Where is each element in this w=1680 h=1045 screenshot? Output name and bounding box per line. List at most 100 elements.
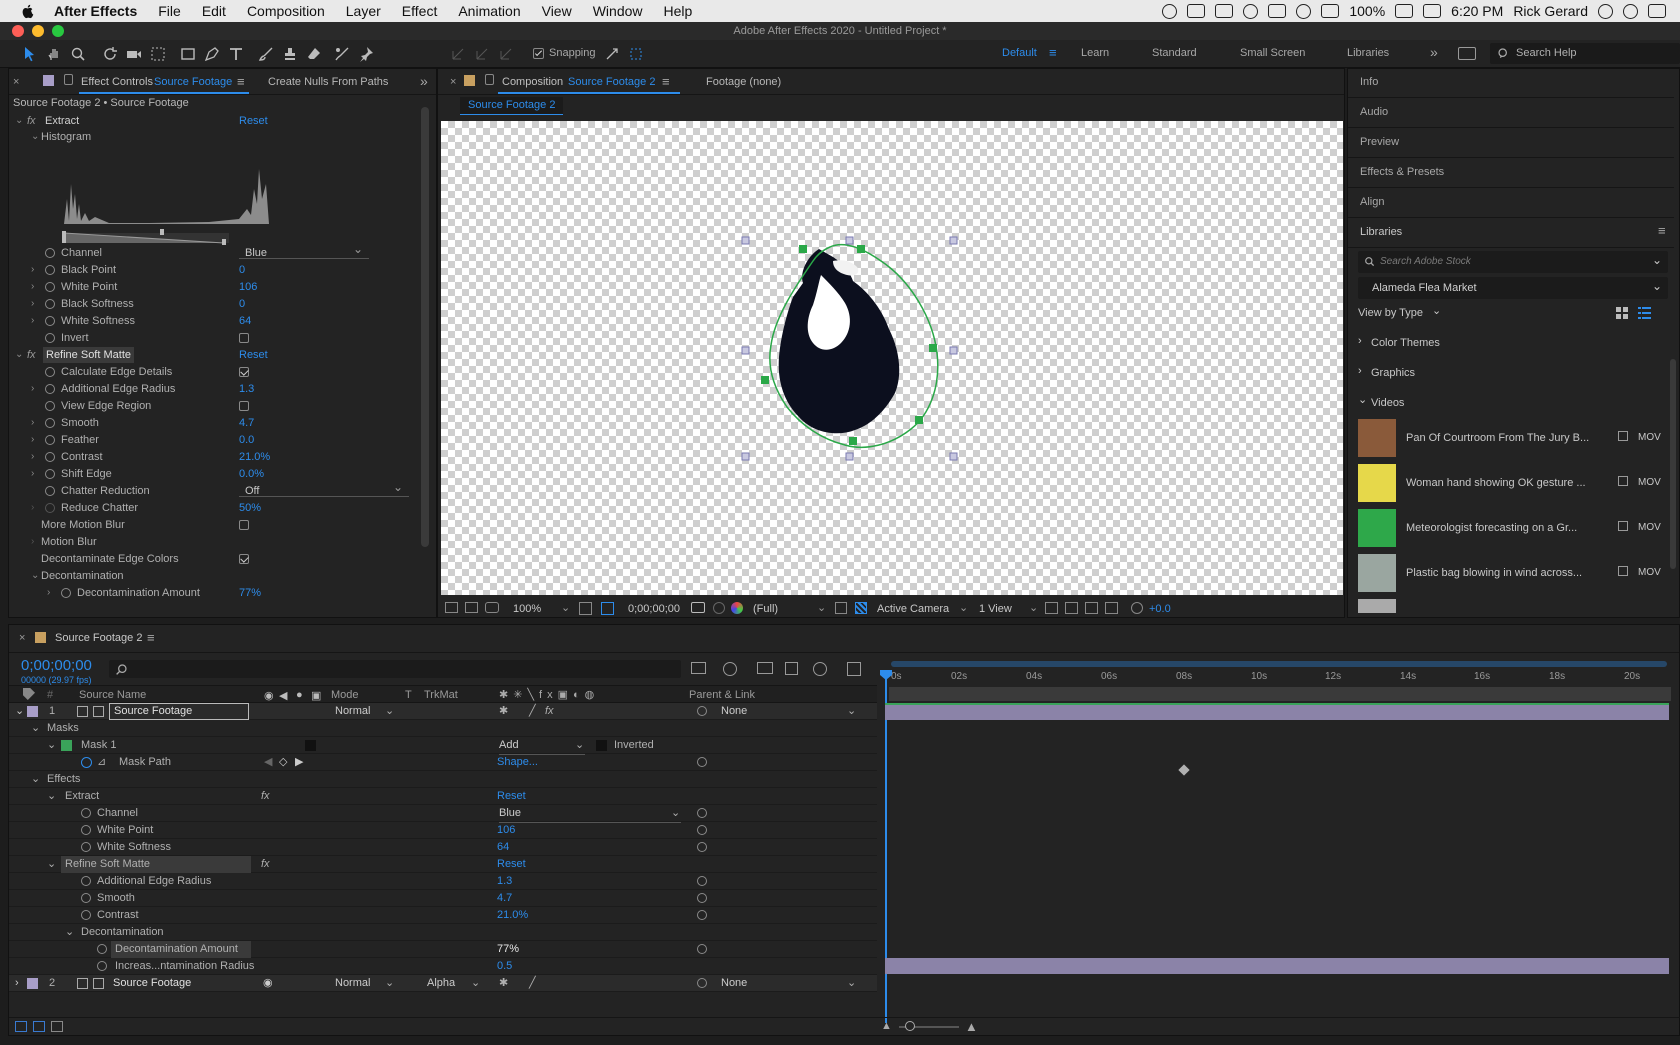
more-motion-blur-checkbox[interactable] [239,520,249,530]
more-workspaces-icon[interactable]: » [1430,44,1438,60]
close-tab-icon[interactable]: × [13,76,19,88]
rectangle-tool-icon[interactable] [180,46,196,62]
white-softness-value[interactable]: 64 [497,839,509,856]
chevron-down-icon[interactable]: ⌄ [1652,253,1662,267]
chevron-right-icon[interactable]: › [31,262,34,278]
flowchart-breadcrumb-tab[interactable]: Source Footage 2 [460,97,564,115]
masks-group-row[interactable]: ⌄ Masks [9,720,877,737]
search-help-field[interactable]: Search Help [1490,43,1680,64]
layer-2-duration-bar[interactable] [885,958,1669,974]
effects-group-row[interactable]: ⌄ Effects [9,771,877,788]
shy-layers-icon[interactable] [757,662,773,674]
cart-icon[interactable] [1618,566,1628,576]
smooth-value[interactable]: 4.7 [239,415,254,431]
add-edge-radius-row[interactable]: Additional Edge Radius 1.3 [9,873,877,890]
zoom-in-icon[interactable]: ▲ [965,1019,978,1034]
pen-tool-icon[interactable] [204,46,220,62]
snapping-checkbox[interactable] [533,48,544,59]
chevron-right-icon[interactable]: › [1358,335,1362,347]
toggle-pixel-aspect-icon[interactable] [1045,602,1058,614]
stopwatch-icon[interactable] [45,469,55,479]
work-area-bar[interactable] [891,661,1667,667]
layer-1-parent-dropdown[interactable]: None [721,703,747,720]
bounding-handle[interactable] [845,236,854,245]
add-keyframe-icon[interactable]: ◇ [279,754,287,771]
white-softness-row[interactable]: White Softness 64 [9,839,877,856]
bounding-handle[interactable] [845,452,854,461]
mask-vertex[interactable] [915,416,923,424]
spotlight-icon[interactable] [1623,3,1638,19]
lock-icon[interactable] [64,74,73,85]
inverted-checkbox[interactable] [596,740,607,751]
stopwatch-icon[interactable] [81,910,91,920]
library-video-item[interactable]: Plastic bag blowing in wind across... MO… [1358,554,1674,594]
brush-tool-icon[interactable] [258,46,274,62]
extract-reset-link[interactable]: Reset [239,113,268,129]
stopwatch-icon[interactable] [45,367,55,377]
fast-previews-icon[interactable] [835,602,847,614]
menu-edit[interactable]: Edit [202,3,226,19]
chevron-down-icon[interactable]: ⌄ [385,703,394,720]
refine-reset-link[interactable]: Reset [239,347,268,363]
menu-layer[interactable]: Layer [346,3,381,19]
group-color-themes[interactable]: Color Themes [1371,337,1440,349]
rotate-tool-icon[interactable] [102,46,118,62]
prev-keyframe-icon[interactable]: ◀ [264,754,272,771]
zoom-tool-icon[interactable] [70,46,86,62]
menu-view[interactable]: View [542,3,572,19]
chevron-down-icon[interactable]: ⌄ [47,737,56,754]
workspace-standard[interactable]: Standard [1152,47,1197,59]
chevron-right-icon[interactable]: › [31,381,34,397]
stopwatch-icon[interactable] [45,316,55,326]
menu-effect[interactable]: Effect [402,3,438,19]
region-of-interest-icon[interactable] [601,602,614,615]
group-graphics[interactable]: Graphics [1371,367,1415,379]
view-edge-checkbox[interactable] [239,401,249,411]
trkmat-column[interactable]: TrkMat [424,689,458,701]
chevron-down-icon[interactable]: ⌄ [575,737,584,754]
stopwatch-icon[interactable] [45,486,55,496]
chevron-right-icon[interactable]: › [31,432,34,448]
chevron-down-icon[interactable]: ⌄ [385,975,394,992]
cart-icon[interactable] [1618,431,1628,441]
layer-1-duration-bar[interactable] [885,703,1669,720]
chevron-down-icon[interactable]: ⌄ [561,601,570,614]
volume-icon[interactable] [1321,4,1340,18]
flag-icon[interactable] [1423,4,1442,18]
layer-2-trkmat-dropdown[interactable]: Alpha [427,975,455,992]
library-video-item[interactable]: Pan Of Courtroom From The Jury B... MOV [1358,419,1674,459]
extract-effect-row[interactable]: ⌄ Extract fx Reset [9,788,877,805]
close-tab-icon[interactable]: × [19,632,25,644]
shy-switch-icon[interactable]: ✱ [499,703,508,720]
zoom-dropdown[interactable]: 100% [513,603,541,615]
chevron-right-icon[interactable]: › [31,534,34,550]
motion-blur-toggle-icon[interactable] [813,662,827,676]
current-time-display[interactable]: 0;00;00;00 [628,603,680,615]
chevron-down-icon[interactable]: ⌄ [847,975,856,992]
wifi-icon[interactable] [1296,3,1312,19]
stopwatch-icon[interactable] [45,265,55,275]
pick-whip-icon[interactable] [697,944,707,954]
mode-column[interactable]: Mode [331,689,359,701]
chevron-down-icon[interactable]: ⌄ [471,975,480,992]
white-point-row[interactable]: White Point 106 [9,822,877,839]
snap-edges-icon[interactable] [604,46,620,62]
in-out-toggle-icon[interactable] [51,1021,63,1032]
decontam-amount-row[interactable]: Decontamination Amount 77% [9,941,877,958]
menu-app[interactable]: After Effects [54,3,137,19]
chevron-right-icon[interactable]: › [15,975,19,992]
increase-radius-value[interactable]: 0.5 [497,958,512,975]
ruler-track[interactable] [889,687,1671,701]
bounding-handle[interactable] [949,236,958,245]
display-icon[interactable] [1187,4,1206,18]
stopwatch-icon[interactable] [45,248,55,258]
composition-tab-prefix[interactable]: Composition [502,76,563,88]
effect-controls-tab-layer[interactable]: Source Footage [154,76,232,88]
creative-cloud-icon[interactable] [1162,3,1178,19]
layer-2-row[interactable]: › 2 Source Footage ◉ Normal ⌄ Alpha ⌄ ✱ … [9,975,877,992]
title-action-safe-icon[interactable] [579,602,592,615]
mask-1-row[interactable]: ⌄ Mask 1 Add ⌄ Inverted [9,737,877,755]
channel-dropdown[interactable]: Blue [239,241,369,259]
exposure-value[interactable]: +0.0 [1149,603,1171,615]
chevron-down-icon[interactable]: ⌄ [31,771,40,788]
